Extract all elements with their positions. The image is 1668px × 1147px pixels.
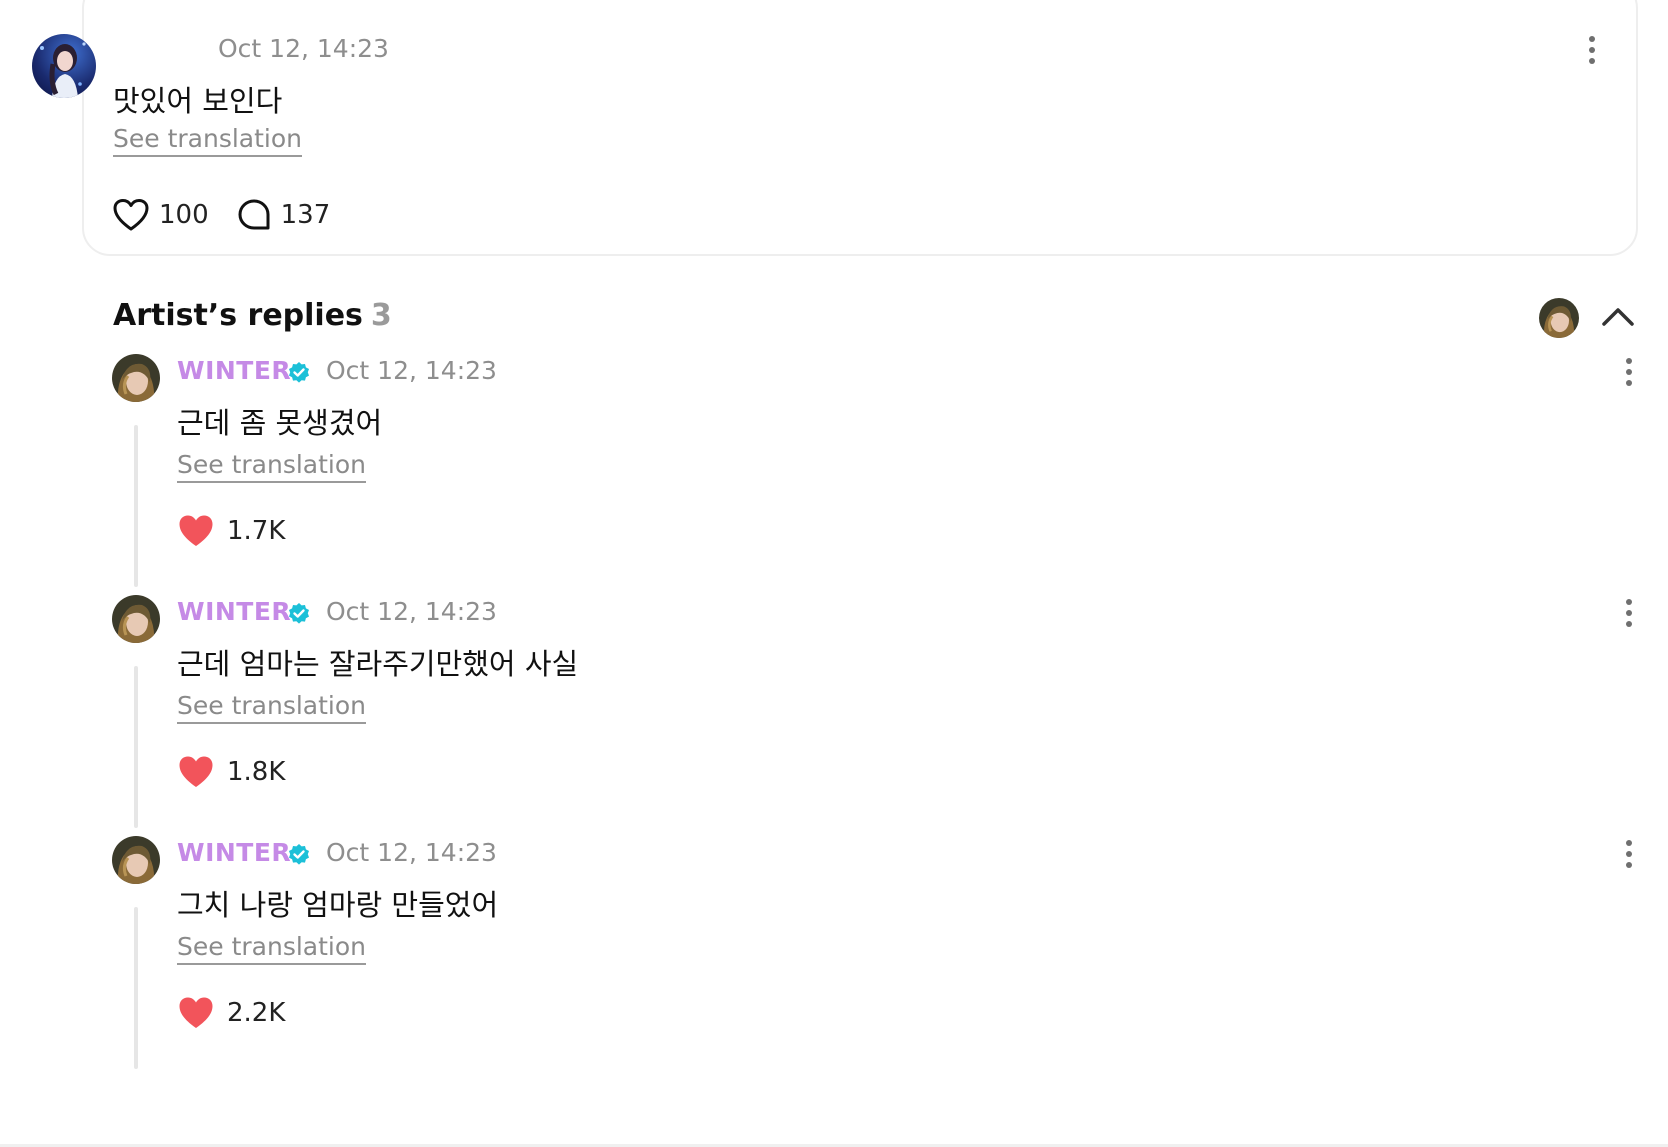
more-options-button[interactable] xyxy=(1617,354,1641,390)
more-options-button[interactable] xyxy=(1580,32,1604,68)
avatar[interactable] xyxy=(112,354,160,402)
chevron-up-icon xyxy=(1602,308,1634,326)
verified-badge-icon xyxy=(289,603,309,624)
reply-text: 그치 나랑 엄마랑 만들었어 xyxy=(177,888,499,922)
reply-timestamp: Oct 12, 14:23 xyxy=(326,356,497,385)
reply-text: 근데 엄마는 잘라주기만했어 사실 xyxy=(177,647,579,681)
more-vertical-icon xyxy=(1626,840,1632,846)
thread-line xyxy=(134,425,138,587)
comment-count: 137 xyxy=(280,200,331,230)
avatar[interactable] xyxy=(112,836,160,884)
reply-timestamp: Oct 12, 14:23 xyxy=(326,838,497,867)
avatar-image xyxy=(112,595,160,643)
avatar[interactable] xyxy=(32,34,96,98)
verified-badge-icon xyxy=(289,844,309,865)
heart-filled-icon xyxy=(179,515,213,546)
artist-replies-title: Artist’s replies xyxy=(113,298,363,333)
more-vertical-icon xyxy=(1589,36,1595,42)
post-timestamp: Oct 12, 14:23 xyxy=(218,34,389,63)
like-count: 1.8K xyxy=(227,757,286,787)
collapse-replies-button[interactable] xyxy=(1600,302,1636,332)
see-translation-link[interactable]: See translation xyxy=(177,691,367,724)
see-translation-link[interactable]: See translation xyxy=(177,450,367,483)
avatar[interactable] xyxy=(112,595,160,643)
verified-badge-icon xyxy=(289,362,309,383)
comment-bubble-icon xyxy=(238,199,270,230)
post-text: 맛있어 보인다 xyxy=(113,84,283,118)
artist-replies-header: Artist’s replies 3 xyxy=(113,298,392,333)
thread-line xyxy=(134,907,138,1069)
like-count: 100 xyxy=(159,200,209,230)
heart-filled-icon xyxy=(179,756,213,787)
artist-name[interactable]: WINTER xyxy=(177,597,291,626)
like-button[interactable]: 2.2K xyxy=(177,993,285,1033)
see-translation-link[interactable]: See translation xyxy=(177,932,367,965)
like-count: 2.2K xyxy=(227,998,286,1028)
like-button[interactable]: 1.8K xyxy=(177,752,285,792)
like-button[interactable]: 100 xyxy=(113,198,209,232)
more-options-button[interactable] xyxy=(1617,595,1641,631)
avatar-image xyxy=(112,836,160,884)
more-vertical-icon xyxy=(1626,599,1632,605)
post-stats: 100 137 xyxy=(113,195,330,235)
heart-filled-icon xyxy=(179,997,213,1028)
artist-name[interactable]: WINTER xyxy=(177,838,291,867)
avatar-image xyxy=(1539,298,1579,338)
artist-avatar-stack xyxy=(1539,298,1579,338)
thread-line xyxy=(134,666,138,828)
avatar-image xyxy=(32,34,96,98)
artist-replies-count: 3 xyxy=(370,298,392,333)
like-count: 1.7K xyxy=(227,516,286,546)
comment-thread: Oct 12, 14:23 맛있어 보인다 See translation 10… xyxy=(0,0,1668,1147)
more-vertical-icon xyxy=(1626,358,1632,364)
like-button[interactable]: 1.7K xyxy=(177,511,285,551)
heart-outline-icon xyxy=(113,199,149,231)
more-options-button[interactable] xyxy=(1617,836,1641,872)
artist-name[interactable]: WINTER xyxy=(177,356,291,385)
avatar-image xyxy=(112,354,160,402)
see-translation-link[interactable]: See translation xyxy=(113,124,303,157)
reply-text: 근데 좀 못생겼어 xyxy=(177,406,383,440)
comment-button[interactable]: 137 xyxy=(237,198,331,232)
reply-timestamp: Oct 12, 14:23 xyxy=(326,597,497,626)
